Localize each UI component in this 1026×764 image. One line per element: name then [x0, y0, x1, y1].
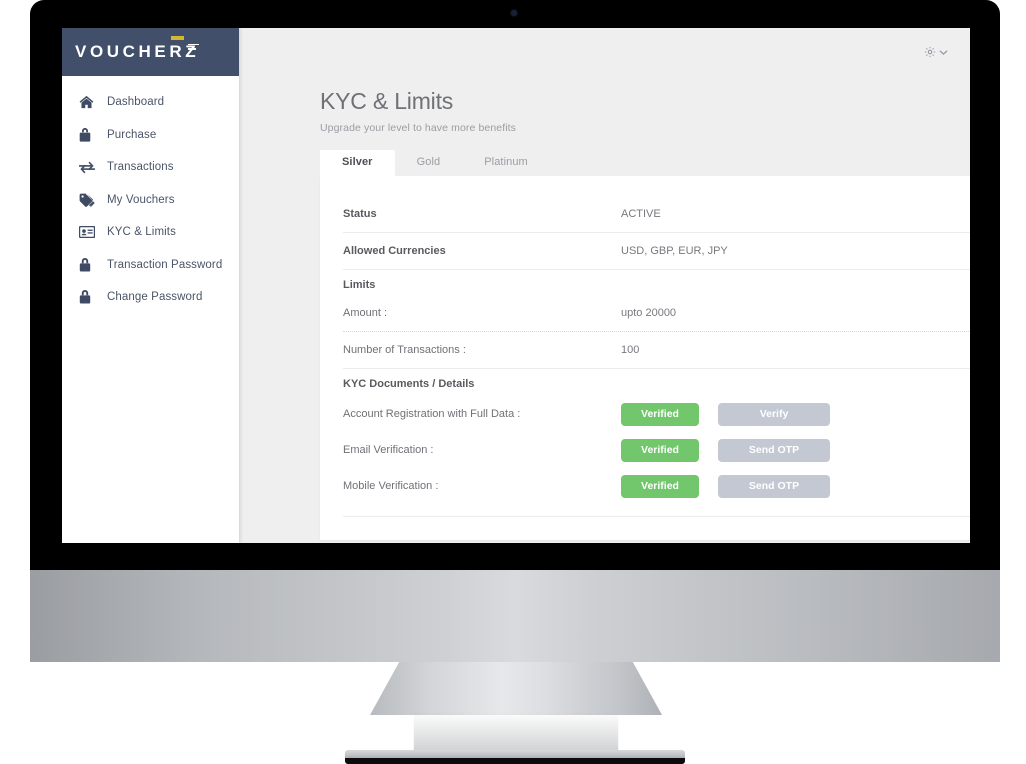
- exchange-arrows-icon: [79, 159, 97, 175]
- sidebar-item-transaction-password[interactable]: Transaction Password: [62, 249, 239, 282]
- home-icon: [79, 94, 97, 110]
- table-row: Status ACTIVE: [343, 196, 970, 232]
- sidebar-item-label: Transactions: [107, 161, 174, 174]
- sidebar-item-purchase[interactable]: Purchase: [62, 119, 239, 152]
- kyc-row-mobile-verification: Mobile Verification : Verified Send OTP: [343, 470, 970, 502]
- table-row: Allowed Currencies USD, GBP, EUR, JPY: [343, 233, 970, 269]
- tab-bar: Silver Gold Platinum: [320, 149, 970, 176]
- table-row: Number of Transactions : 100: [343, 332, 970, 368]
- kyc-row-account-registration: Account Registration with Full Data : Ve…: [343, 398, 970, 430]
- id-card-icon: [79, 224, 97, 240]
- brand-accent-bar: [171, 35, 185, 40]
- kyc-item-label: Mobile Verification :: [343, 480, 439, 492]
- allowed-currencies-value: USD, GBP, EUR, JPY: [621, 245, 728, 257]
- amount-value: upto 20000: [621, 307, 677, 319]
- settings-menu-button[interactable]: [924, 46, 948, 58]
- status-value: ACTIVE: [621, 208, 661, 220]
- send-otp-mobile-button[interactable]: Send OTP: [718, 474, 830, 498]
- lock-icon: [79, 257, 97, 273]
- status-badge: Verified: [621, 438, 699, 462]
- status-label: Status: [343, 208, 377, 220]
- page-header: KYC & Limits Upgrade your level to have …: [239, 76, 970, 134]
- tags-icon: [79, 192, 97, 208]
- sidebar-item-label: KYC & Limits: [107, 226, 176, 239]
- kyc-details-card: Status ACTIVE Allowed Currencies USD, GB…: [320, 176, 970, 540]
- amount-label: Amount :: [343, 307, 388, 319]
- sidebar-item-dashboard[interactable]: Dashboard: [62, 86, 239, 119]
- limits-heading: Limits: [343, 279, 376, 291]
- main-content: KYC & Limits Upgrade your level to have …: [239, 28, 970, 543]
- table-row: Amount : upto 20000: [343, 295, 970, 331]
- number-of-transactions-label: Number of Transactions :: [343, 344, 466, 356]
- chevron-down-icon: [939, 49, 948, 56]
- sidebar-item-transactions[interactable]: Transactions: [62, 151, 239, 184]
- allowed-currencies-label: Allowed Currencies: [343, 245, 446, 257]
- kyc-row-email-verification: Email Verification : Verified Send OTP: [343, 434, 970, 466]
- monitor-chin: [30, 570, 1000, 662]
- number-of-transactions-value: 100: [621, 344, 640, 356]
- tab-platinum[interactable]: Platinum: [462, 150, 550, 176]
- screen: VOUCHERZ Dashboard Purchase Transactions…: [62, 28, 970, 543]
- verify-button[interactable]: Verify: [718, 402, 830, 426]
- send-otp-email-button[interactable]: Send OTP: [718, 438, 830, 462]
- topbar: [239, 28, 970, 76]
- divider: [343, 516, 970, 517]
- sidebar-item-change-password[interactable]: Change Password: [62, 281, 239, 314]
- gear-icon: [924, 46, 936, 58]
- page-subtitle: Upgrade your level to have more benefits: [320, 122, 517, 134]
- status-badge: Verified: [621, 402, 699, 426]
- lock-icon: [79, 289, 97, 305]
- tab-silver[interactable]: Silver: [320, 150, 395, 176]
- brand-name: VOUCHERZ: [75, 41, 200, 61]
- kyc-documents-heading: KYC Documents / Details: [343, 378, 475, 390]
- webcam-icon: [511, 10, 517, 16]
- sidebar-item-label: Change Password: [107, 291, 203, 304]
- sidebar-nav: Dashboard Purchase Transactions My Vouch…: [62, 76, 239, 314]
- bag-icon: [79, 127, 97, 143]
- sidebar-item-label: Transaction Password: [107, 258, 223, 271]
- sidebar-item-label: My Vouchers: [107, 193, 175, 206]
- sidebar: VOUCHERZ Dashboard Purchase Transactions…: [62, 28, 239, 543]
- sidebar-item-my-vouchers[interactable]: My Vouchers: [62, 184, 239, 217]
- kyc-item-label: Email Verification :: [343, 444, 434, 456]
- status-badge: Verified: [621, 474, 699, 498]
- tab-gold[interactable]: Gold: [395, 150, 463, 176]
- sidebar-item-label: Purchase: [107, 128, 157, 141]
- brand-logo[interactable]: VOUCHERZ: [62, 28, 239, 76]
- page-title: KYC & Limits: [320, 88, 454, 114]
- kyc-item-label: Account Registration with Full Data :: [343, 408, 521, 420]
- sidebar-item-label: Dashboard: [107, 96, 165, 109]
- sidebar-item-kyc-and-limits[interactable]: KYC & Limits: [62, 216, 239, 249]
- brand-speed-lines-icon: [188, 43, 200, 53]
- monitor-stand-base-shadow: [345, 758, 685, 764]
